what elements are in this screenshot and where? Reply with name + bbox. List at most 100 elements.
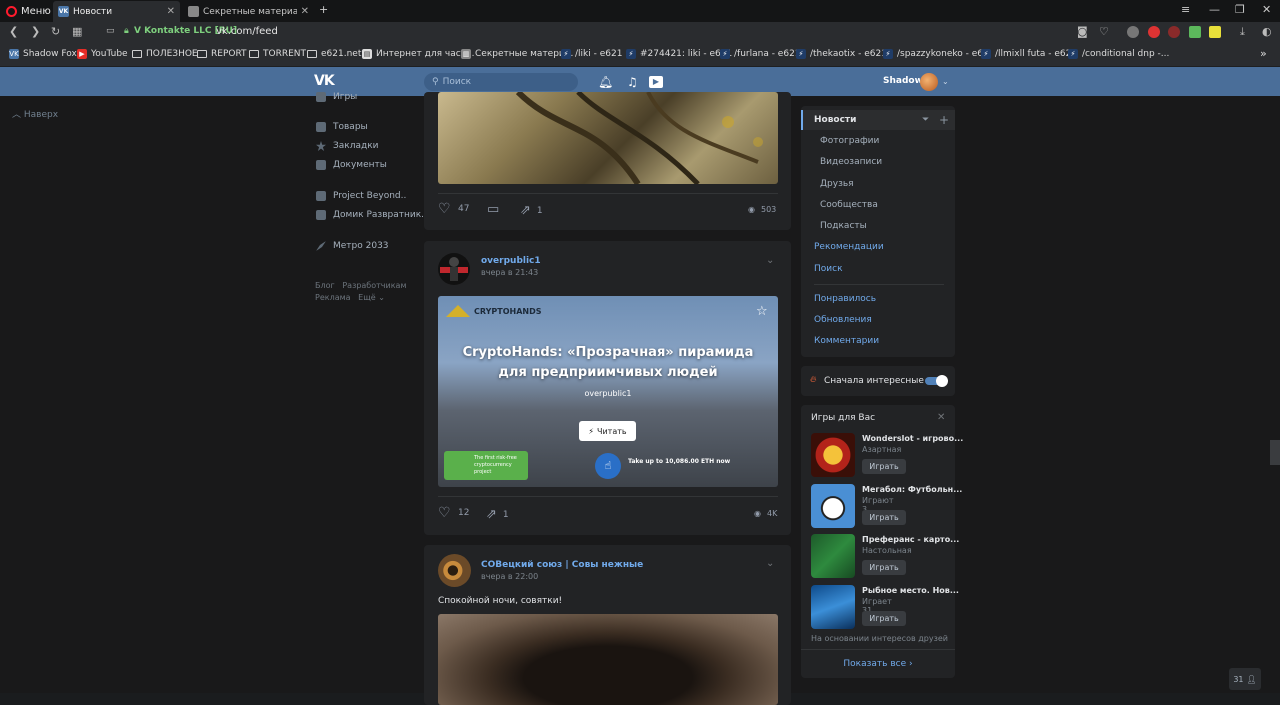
downloads-icon[interactable]: ⤓ — [1240, 25, 1245, 39]
owl-photo[interactable] — [438, 614, 778, 705]
search-input[interactable]: ⚲ Поиск — [424, 73, 578, 91]
filter-icon[interactable]: ⏷ — [922, 115, 929, 125]
chat-badge[interactable]: 31 👤︎ — [1229, 668, 1261, 690]
footer-developers-link[interactable]: Разработчикам — [342, 281, 406, 290]
close-icon[interactable]: ✕ — [937, 412, 945, 423]
bookmark-star-icon[interactable]: ☆ — [756, 304, 768, 319]
menu-item-videos[interactable]: Видеозаписи — [820, 157, 882, 167]
read-button[interactable]: ⚡ Читать — [579, 421, 636, 441]
download-extension-icon[interactable] — [1189, 26, 1201, 38]
tab-news[interactable]: VK Новости ✕ — [53, 1, 180, 22]
author-avatar[interactable] — [438, 554, 471, 587]
show-all-games-link[interactable]: Показать все › — [801, 659, 955, 669]
menu-item-news[interactable]: Новости — [814, 115, 856, 125]
post-time[interactable]: вчера в 22:00 — [481, 572, 538, 581]
bookmark-e621-spazzykoneko[interactable]: ⚡/spazzykoneko - e6... — [883, 49, 992, 59]
scrollbar-thumb[interactable] — [1270, 440, 1280, 465]
bookmark-folder-e621[interactable]: e621.net — [307, 49, 361, 59]
opera-menu-button[interactable]: Меню — [6, 3, 51, 19]
share-button[interactable]: ⇗ 1 — [520, 203, 543, 218]
menu-item-recommendations[interactable]: Рекомендации — [814, 242, 884, 252]
close-tab-icon[interactable]: ✕ — [167, 6, 175, 17]
footer-more-link[interactable]: Ещё ⌄ — [358, 293, 385, 302]
user-name[interactable]: Shadow — [883, 76, 923, 86]
nav-metro-2033[interactable]: Метро 2033 — [316, 241, 389, 251]
bookmark-folder-report[interactable]: REPORT — [197, 49, 247, 59]
vk-logo[interactable]: VK — [314, 73, 335, 89]
restore-icon[interactable]: ❐ — [1235, 3, 1245, 16]
url-field[interactable]: vk.com/feed — [216, 26, 278, 37]
forward-icon[interactable]: ❯ — [31, 25, 40, 38]
play-button[interactable]: Играть — [862, 510, 906, 525]
footer-ads-link[interactable]: Реклама — [315, 293, 351, 302]
notifications-bell-icon[interactable]: 🔔︎ — [598, 75, 613, 89]
yellow-extension-icon[interactable] — [1209, 26, 1221, 38]
new-tab-icon[interactable]: + — [319, 3, 328, 16]
nav-goods[interactable]: Товары — [316, 122, 368, 132]
footer-blog-link[interactable]: Блог — [315, 281, 335, 290]
bookmark-e621-furlana[interactable]: ⚡/furlana - e621 — [720, 49, 801, 59]
nav-games[interactable]: Игры — [316, 91, 357, 103]
music-icon[interactable]: ♫ — [627, 75, 638, 89]
nav-project-beyond[interactable]: Project Beyond.. — [316, 191, 406, 201]
bookmark-e621-274421[interactable]: ⚡ #274421: liki - e621 — [626, 49, 732, 59]
smart-feed-toggle[interactable] — [925, 375, 948, 387]
nav-documents[interactable]: Документы — [316, 160, 387, 170]
add-icon[interactable]: + — [939, 113, 949, 127]
adblock-icon[interactable] — [1168, 26, 1180, 38]
chevron-down-icon[interactable]: ⌄ — [942, 77, 949, 86]
tabs-grid-icon[interactable]: ▦ — [72, 25, 82, 38]
bookmark-youtube[interactable]: ▶ YouTube — [77, 49, 128, 59]
bookmark-folder-torrent[interactable]: TORRENT — [249, 49, 306, 59]
menu-item-communities[interactable]: Сообщества — [820, 200, 878, 210]
menu-item-photos[interactable]: Фотографии — [820, 136, 879, 146]
author-avatar[interactable] — [438, 253, 470, 285]
article-snippet[interactable]: CRYPTOHANDS ☆ CryptoHands: «Прозрачная» … — [438, 296, 778, 487]
camera-icon[interactable]: ◙ — [1077, 25, 1088, 38]
comment-button[interactable]: ▭ — [487, 202, 499, 217]
play-button[interactable]: Играть — [862, 459, 906, 474]
back-to-top-link[interactable]: ︿ Наверх — [12, 107, 58, 120]
bookmark-shadow-fox[interactable]: VK Shadow Fox — [9, 49, 77, 59]
post-menu-chevron-icon[interactable]: ⌄ — [766, 558, 774, 569]
bookmark-secret-materials[interactable]: ▥ Секретные матери... — [461, 49, 573, 59]
menu-item-comments[interactable]: Комментарии — [814, 336, 879, 346]
menu-item-friends[interactable]: Друзья — [820, 179, 854, 189]
bookmark-e621-conditional[interactable]: ⚡/conditional dnp -... — [1068, 49, 1169, 59]
post-photo[interactable] — [438, 92, 778, 184]
heart-icon[interactable]: ♡ — [1099, 25, 1109, 38]
back-icon[interactable]: ❮ — [9, 25, 18, 38]
account-icon[interactable]: ◐ — [1262, 25, 1272, 38]
close-window-icon[interactable]: ✕ — [1262, 3, 1271, 16]
tab-menu-icon[interactable]: ≡ — [1181, 3, 1190, 16]
share-button[interactable]: ⇗ 1 — [486, 507, 509, 522]
more-bookmarks-icon[interactable]: » — [1260, 47, 1267, 60]
like-button[interactable]: ♡ 47 — [438, 202, 469, 216]
bookmark-e621-liki[interactable]: ⚡/liki - e621 — [561, 49, 622, 59]
tab-secret-materials[interactable]: Секретные материалы сер ✕ — [183, 1, 314, 22]
extension-icon[interactable] — [1127, 26, 1139, 38]
menu-item-podcasts[interactable]: Подкасты — [820, 221, 867, 231]
post-time[interactable]: вчера в 21:43 — [481, 268, 538, 277]
post-author[interactable]: СОВецкий союз | Совы нежные — [481, 560, 643, 570]
post-author[interactable]: overpublic1 — [481, 256, 541, 266]
user-avatar[interactable] — [920, 73, 938, 91]
like-button[interactable]: ♡ 12 — [438, 506, 469, 520]
menu-item-search[interactable]: Поиск — [814, 264, 843, 274]
video-icon[interactable]: ▶ — [649, 76, 663, 88]
bookmark-e621-thekaotix[interactable]: ⚡/thekaotix - e621 — [796, 49, 887, 59]
opera-extension-icon[interactable] — [1148, 26, 1160, 38]
close-tab-icon[interactable]: ✕ — [301, 6, 309, 17]
bookmark-folder-useful[interactable]: ПОЛЕЗНОЕ — [132, 49, 198, 59]
vpn-icon[interactable]: ▭ — [106, 26, 115, 36]
play-button[interactable]: Играть — [862, 560, 906, 575]
bookmark-e621-llmixll[interactable]: ⚡/llmixll futa - e621 — [981, 49, 1077, 59]
minimize-icon[interactable]: — — [1209, 3, 1220, 16]
bookmark-internet[interactable]: ▤ Интернет для част... — [362, 49, 475, 59]
menu-item-liked[interactable]: Понравилось — [814, 294, 876, 304]
play-button[interactable]: Играть — [862, 611, 906, 626]
nav-bookmarks[interactable]: Закладки — [316, 141, 379, 151]
post-menu-chevron-icon[interactable]: ⌄ — [766, 255, 774, 266]
menu-item-updates[interactable]: Обновления — [814, 315, 872, 325]
nav-domik[interactable]: Домик Развратник.. — [316, 210, 427, 220]
